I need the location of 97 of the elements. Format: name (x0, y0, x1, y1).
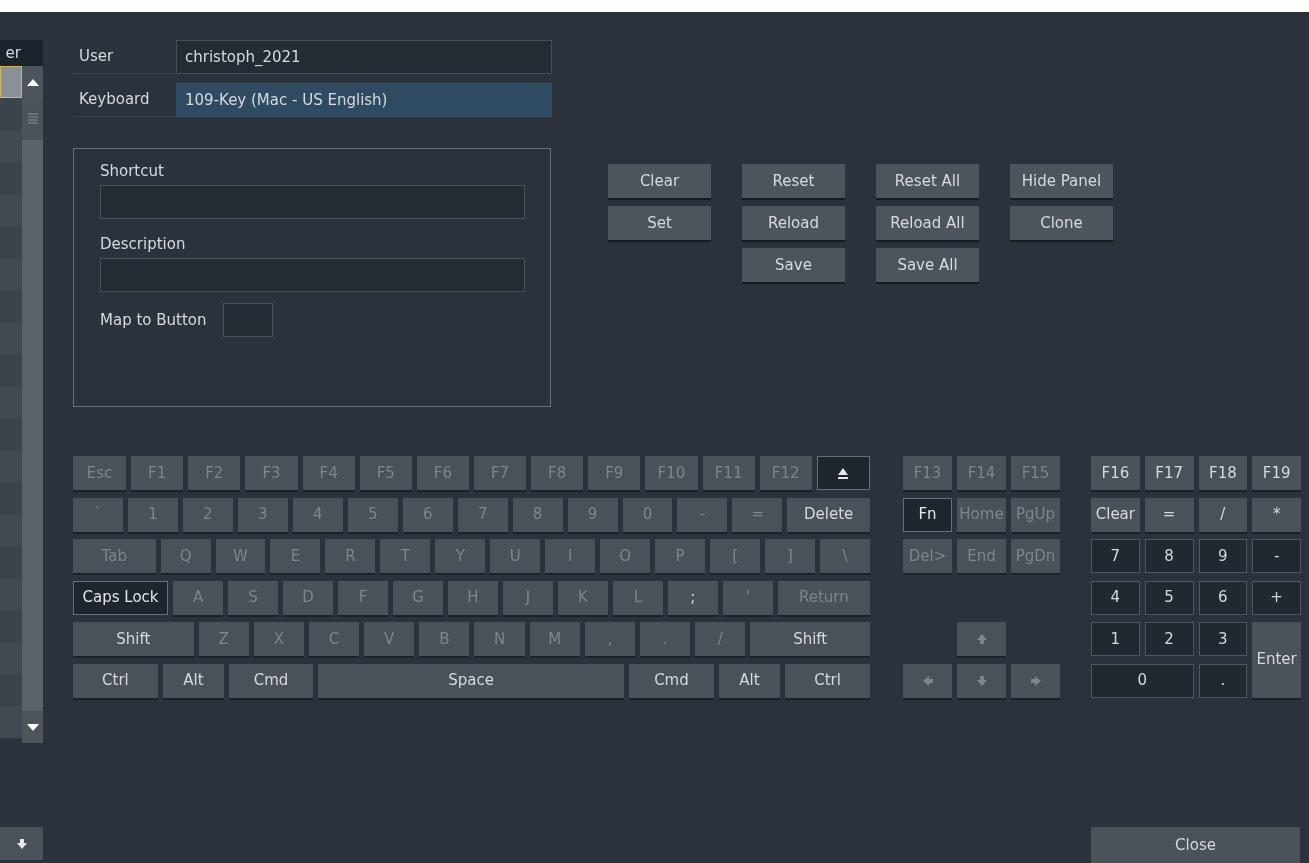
description-field[interactable] (100, 258, 525, 292)
keyboard-key[interactable]: = (732, 497, 783, 532)
action-button[interactable]: Save All (876, 248, 979, 282)
map-to-button-field[interactable] (222, 303, 273, 337)
action-button[interactable]: Reset (742, 164, 845, 198)
action-button[interactable]: Reload (742, 206, 845, 240)
keyboard-key[interactable]: Ctrl (785, 663, 871, 698)
list-row[interactable] (0, 130, 22, 162)
list-row[interactable] (0, 610, 22, 642)
list-row[interactable] (0, 226, 22, 258)
list-row[interactable] (0, 546, 22, 578)
list-row[interactable] (0, 674, 22, 706)
keyboard-key[interactable]: = (1144, 497, 1194, 532)
keyboard-key[interactable]: Alt (162, 663, 225, 698)
keyboard-key[interactable]: \ (820, 539, 870, 573)
down-arrow-icon (15, 837, 28, 850)
left-arrow-icon (921, 674, 934, 687)
up-arrow-icon (975, 633, 988, 645)
scroll-down-button[interactable] (0, 827, 43, 860)
keyboard-key[interactable]: . (1198, 663, 1248, 698)
map-to-button-label: Map to Button (100, 309, 207, 331)
keyboard-key[interactable] (816, 456, 870, 490)
keyboard-select[interactable]: 109-Key (Mac - US English) (176, 83, 552, 117)
list-row[interactable] (0, 258, 22, 290)
list-row[interactable] (0, 578, 22, 610)
action-button[interactable]: Hide Panel (1010, 164, 1113, 198)
list-row[interactable] (0, 418, 22, 450)
keyboard-key[interactable]: ; (667, 580, 718, 615)
scrollbar[interactable] (22, 66, 43, 743)
shortcut-label: Shortcut (100, 162, 165, 180)
eject-icon (837, 467, 850, 479)
keyboard-key[interactable]: , (584, 622, 636, 656)
down-arrow-icon (975, 674, 988, 687)
list-row[interactable] (0, 354, 22, 386)
keyboard-key[interactable]: 0 (1091, 663, 1194, 698)
up-caret-icon[interactable] (26, 78, 39, 86)
action-button[interactable]: Set (608, 206, 711, 240)
keyboard-key[interactable]: * (1252, 497, 1301, 532)
keyboard-key[interactable]: . (640, 622, 691, 656)
keyboard-key[interactable]: Fn (903, 497, 952, 532)
keyboard-key[interactable]: [ (710, 539, 761, 573)
list-row[interactable] (0, 162, 22, 194)
list-row[interactable] (0, 514, 22, 546)
keyboard-key[interactable]: 9 (1198, 539, 1248, 573)
list-row[interactable] (0, 194, 22, 226)
keyboard-key[interactable]: Cmd (629, 663, 714, 698)
keyboard-key[interactable]: ` (73, 497, 123, 532)
keyboard-key[interactable]: / (695, 622, 746, 656)
action-button[interactable]: Reload All (876, 206, 979, 240)
keyboard-key[interactable]: 4 (1091, 580, 1140, 615)
shortcut-field[interactable] (100, 185, 525, 219)
keyboard-key[interactable]: 6 (1198, 580, 1248, 615)
right-arrow-icon (1029, 674, 1042, 687)
list-row[interactable] (0, 482, 22, 514)
grip-icon (27, 113, 38, 125)
keyboard-key[interactable]: ' (722, 580, 773, 615)
user-field[interactable]: christoph_2021 (176, 40, 552, 74)
keyboard-key[interactable]: F18 (1198, 456, 1248, 490)
keyboard-key[interactable]: Space (318, 663, 624, 698)
keyboard-key[interactable]: 2 (1144, 622, 1194, 656)
list-row[interactable] (0, 322, 22, 354)
keyboard-key[interactable]: / (1198, 497, 1248, 532)
keyboard-key[interactable]: F17 (1144, 456, 1194, 490)
list-header: er (0, 40, 43, 66)
keyboard-key[interactable]: + (1252, 580, 1301, 615)
keyboard-key[interactable]: Cmd (229, 663, 314, 698)
list-row[interactable] (0, 98, 22, 130)
list-row[interactable] (0, 450, 22, 482)
description-label: Description (100, 235, 187, 253)
keyboard-key[interactable]: Delete (787, 497, 870, 532)
keyboard-key[interactable]: Enter (1252, 622, 1301, 698)
keyboard-key[interactable]: Caps Lock (73, 580, 169, 615)
keyboard-key[interactable]: 3 (1198, 622, 1248, 656)
close-button[interactable]: Close (1091, 827, 1300, 863)
list-row[interactable] (0, 642, 22, 674)
keyboard-key[interactable]: Shift (73, 622, 194, 656)
scroll-thumb[interactable] (22, 98, 43, 140)
keyboard-key[interactable]: 1 (1091, 622, 1140, 656)
action-button[interactable]: Save (742, 248, 845, 282)
keyboard-key[interactable]: Clear (1091, 497, 1140, 532)
action-button[interactable]: Reset All (876, 164, 979, 198)
keyboard-key[interactable]: - (677, 497, 728, 532)
action-button[interactable]: Clear (608, 164, 711, 198)
keyboard-key[interactable]: F19 (1252, 456, 1301, 490)
keyboard-key[interactable]: - (1252, 539, 1301, 573)
keyboard-key[interactable]: 8 (1144, 539, 1194, 573)
list-row[interactable] (0, 386, 22, 418)
keyboard-key[interactable]: ] (765, 539, 815, 573)
keyboard-key[interactable]: 5 (1144, 580, 1194, 615)
action-button[interactable]: Clone (1010, 206, 1113, 240)
down-caret-icon[interactable] (26, 723, 39, 731)
keyboard-key[interactable]: 7 (1091, 539, 1140, 573)
keyboard-key[interactable]: Shift (750, 622, 870, 656)
keyboard-key[interactable]: Ctrl (73, 663, 158, 698)
list-row[interactable] (0, 290, 22, 322)
keyboard-key[interactable]: F16 (1091, 456, 1140, 490)
keyboard-key[interactable]: Alt (718, 663, 781, 698)
